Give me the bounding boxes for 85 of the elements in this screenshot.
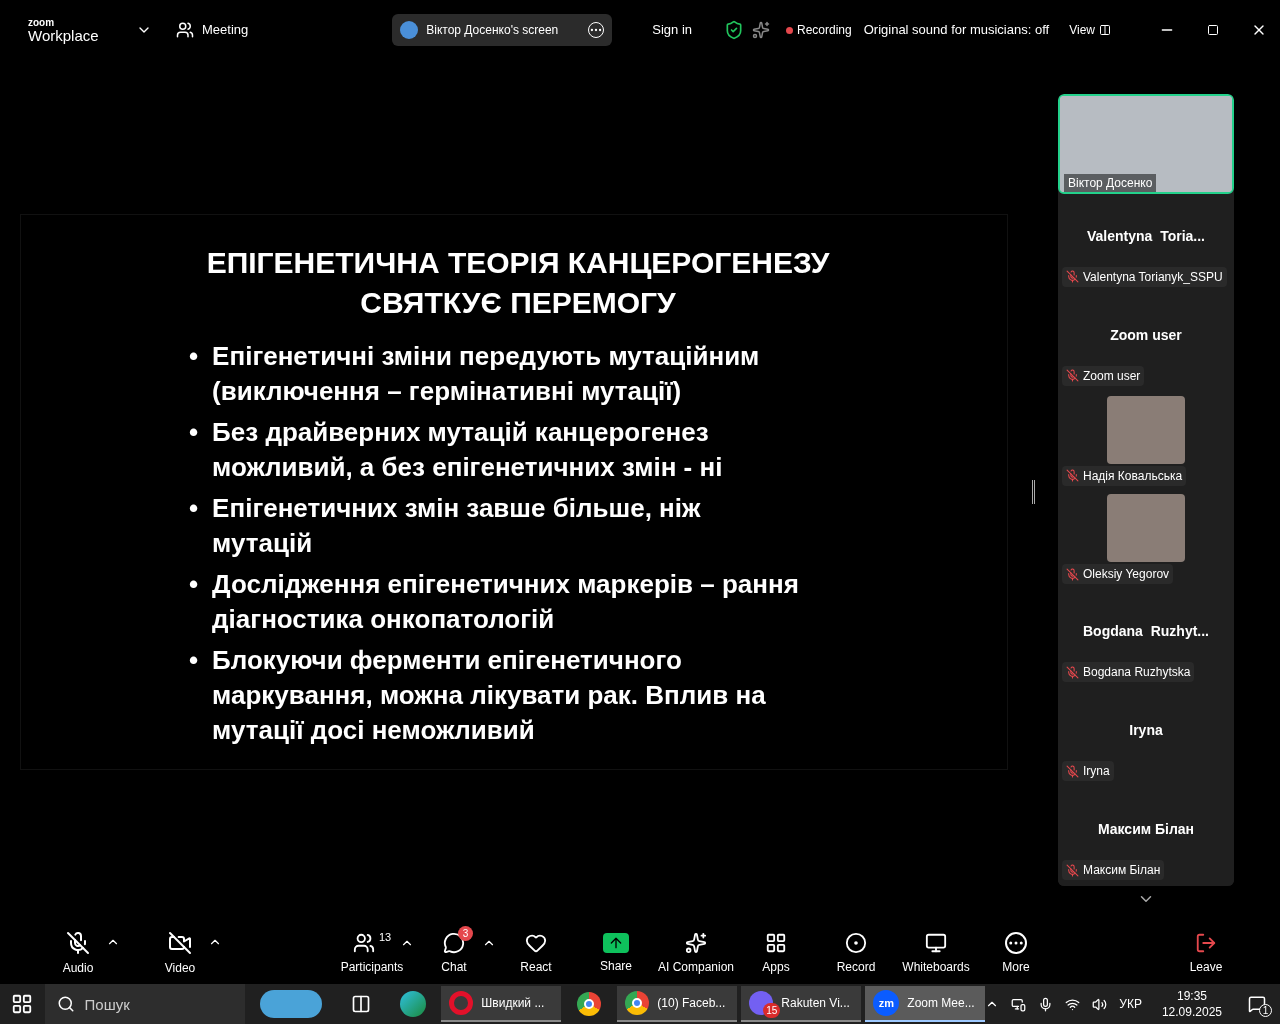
clock[interactable]: 19:35 12.09.2025 <box>1161 988 1222 1020</box>
toolbar-button[interactable]: Share <box>576 933 656 975</box>
meeting-menu-button[interactable]: Meeting <box>176 20 249 40</box>
toolbar-button[interactable]: Whiteboards <box>896 932 976 976</box>
toolbar-button[interactable]: Video <box>140 931 220 977</box>
language-indicator[interactable]: УКР <box>1119 995 1142 1013</box>
participant-display-name: Максим Білан <box>1096 820 1196 840</box>
bullet-text: Без драйверних мутацій канцерогенез можливий, а без епігенетичних змін - ні <box>212 416 724 484</box>
toolbar-button[interactable]: Audio <box>38 931 118 977</box>
browser-icon <box>400 991 427 1017</box>
heart-icon <box>525 932 547 954</box>
speaker-icon[interactable] <box>1092 996 1108 1012</box>
mic-off-icon <box>66 931 90 955</box>
shield-check-icon <box>724 20 744 40</box>
recording-indicator[interactable]: Recording <box>786 21 852 39</box>
bullet-mark: • <box>189 340 199 373</box>
bullet-text: Епігенетичних змін завше більше, ніж мутацій <box>212 492 702 560</box>
participant-display-name: Valentyna Toria... <box>1086 226 1206 246</box>
taskbar-app[interactable]: 15 Rakuten Vi... <box>741 986 862 1022</box>
mic-icon[interactable] <box>1038 996 1054 1012</box>
toolbar-button[interactable]: Leave <box>1166 932 1246 976</box>
participant-name-label: Надія Ковальська <box>1062 465 1187 486</box>
taskbar-app[interactable]: zm Zoom Mee... <box>865 986 986 1022</box>
participant-name-label: Iryna <box>1062 761 1114 782</box>
taskbar-search-field[interactable]: Пошук <box>44 984 245 1024</box>
participant-display-name: Iryna <box>1128 721 1164 741</box>
participant-name-label: Zoom user <box>1062 365 1145 386</box>
exit-door-icon <box>1195 932 1217 954</box>
network-icon[interactable] <box>1065 996 1081 1012</box>
bullet-text: Блокуючи ферменти епігенетичного маркування, можна лікувати рак. Вплив на мутації досі неможливий <box>212 644 767 747</box>
participant-name-label: Максим Білан <box>1062 860 1165 881</box>
participant-name-label: Oleksiy Yegorov <box>1062 564 1174 585</box>
sharer-avatar-icon <box>400 21 419 39</box>
maximize-icon[interactable] <box>1206 24 1219 36</box>
bullet-mark: • <box>189 492 199 525</box>
sign-in-link[interactable]: Sign in <box>652 20 692 40</box>
toolbar-button[interactable]: 13 Participants <box>332 932 412 976</box>
toolbar-button[interactable]: More <box>976 932 1056 976</box>
taskbar-app[interactable]: Швидкий ... <box>441 986 562 1022</box>
participant-name-label: Bogdana Ruzhytska <box>1062 662 1195 683</box>
bullet-mark: • <box>189 416 199 449</box>
whiteboard-icon <box>925 932 947 954</box>
windows-logo-icon <box>11 993 34 1015</box>
participant-display-name: Zoom user <box>1109 325 1183 345</box>
toolbar-button[interactable]: AI Companion <box>656 932 736 976</box>
taskbar-app[interactable]: (10) Faceb... <box>617 986 738 1022</box>
apps-icon <box>765 932 787 954</box>
original-sound-status[interactable]: Original sound for musicians: off <box>863 20 1050 40</box>
task-view-icon <box>351 994 372 1014</box>
bullet-mark: • <box>189 568 199 601</box>
toolbar-button[interactable]: Record <box>816 932 896 976</box>
sparkle-icon <box>685 932 707 954</box>
search-icon <box>56 995 75 1013</box>
people-icon <box>352 932 375 954</box>
dolphin-picture <box>259 990 322 1018</box>
screen-share-pill[interactable]: Віктор Досенко's screen <box>392 14 613 46</box>
chat-icon <box>443 932 465 954</box>
toolbar-button[interactable]: React <box>496 932 576 976</box>
device-icon[interactable] <box>1011 996 1027 1012</box>
bullet-text: Епігенетичні зміни передують мутаційним (виключення – гермінативні мутації) <box>212 340 761 408</box>
participant-display-name: Bogdana Ruzhyt... <box>1082 622 1210 642</box>
app-logo-icon: zm <box>873 990 900 1016</box>
camera-off-icon <box>168 931 192 955</box>
participant-count: 13 <box>378 929 392 945</box>
unread-badge: 3 <box>458 926 473 941</box>
view-button[interactable]: View <box>1069 21 1111 39</box>
notification-count: 1 <box>1259 1004 1272 1017</box>
browser-icon <box>577 992 602 1016</box>
browser-icon <box>449 991 474 1015</box>
sparkle-icon[interactable] <box>752 21 770 39</box>
more-icon <box>1005 932 1027 954</box>
resize-handle[interactable] <box>1031 480 1035 504</box>
participant-name-label: Віктор Досенко <box>1064 173 1157 192</box>
layout-icon <box>1098 24 1111 36</box>
browser-icon <box>625 991 650 1015</box>
bullet-mark: • <box>189 644 199 677</box>
record-icon <box>845 932 867 954</box>
participant-name-label: Valentyna Torianyk_SSPU <box>1062 266 1227 287</box>
bullet-text: Дослідження епігенетичних маркерів – рання діагностика онкопатологій <box>212 568 800 636</box>
slide-title: ЕПІГЕНЕТИЧНА ТЕОРІЯ КАНЦЕРОГЕНЕЗУ СВЯТКУЄ ПЕРЕМОГУ <box>205 245 831 321</box>
toolbar-button[interactable]: Apps <box>736 932 816 976</box>
notification-badge: 15 <box>763 1003 781 1018</box>
video-tile[interactable]: Віктор Досенко <box>1058 94 1234 194</box>
app-logo: zoom Workplace <box>28 17 100 43</box>
people-icon <box>176 21 194 39</box>
